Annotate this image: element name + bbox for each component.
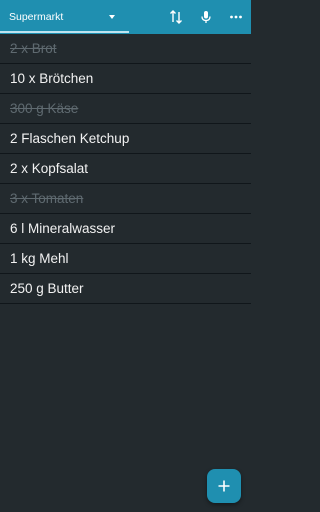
more-options-button[interactable] — [221, 0, 251, 34]
list-selector-dropdown[interactable]: Supermarkt — [0, 0, 129, 34]
dropdown-underline — [0, 31, 129, 33]
list-item[interactable]: 2 x Brot — [0, 34, 251, 64]
list-item[interactable]: 10 x Brötchen — [0, 64, 251, 94]
list-item-label: 10 x Brötchen — [10, 71, 94, 86]
list-item-label: 2 Flaschen Ketchup — [10, 131, 130, 146]
list-item-label: 300 g Käse — [10, 101, 79, 116]
list-item[interactable]: 1 kg Mehl — [0, 244, 251, 274]
sort-icon — [170, 10, 182, 24]
shopping-list: 2 x Brot 10 x Brötchen 300 g Käse 2 Flasche… — [0, 34, 251, 304]
add-item-button[interactable] — [207, 469, 241, 503]
more-options-icon — [230, 15, 242, 19]
sort-button[interactable] — [161, 0, 191, 34]
list-item[interactable]: 300 g Käse — [0, 94, 251, 124]
list-item-label: 3 x Tomaten — [10, 191, 84, 206]
list-selector-value: Supermarkt — [9, 11, 64, 23]
list-item[interactable]: 3 x Tomaten — [0, 184, 251, 214]
microphone-icon — [201, 11, 211, 23]
app-bar: Supermarkt — [0, 0, 251, 34]
dropdown-arrow-icon — [109, 15, 115, 19]
plus-icon — [218, 480, 230, 492]
list-item-label: 250 g Butter — [10, 281, 84, 296]
list-item[interactable]: 2 x Kopfsalat — [0, 154, 251, 184]
list-item-label: 2 x Kopfsalat — [10, 161, 89, 176]
list-item-label: 6 l Mineralwasser — [10, 221, 116, 236]
list-item-label: 1 kg Mehl — [10, 251, 69, 266]
list-item-label: 2 x Brot — [10, 41, 57, 56]
voice-input-button[interactable] — [191, 0, 221, 34]
list-item[interactable]: 250 g Butter — [0, 274, 251, 304]
list-item[interactable]: 2 Flaschen Ketchup — [0, 124, 251, 154]
app-bar-actions — [161, 0, 251, 34]
list-item[interactable]: 6 l Mineralwasser — [0, 214, 251, 244]
